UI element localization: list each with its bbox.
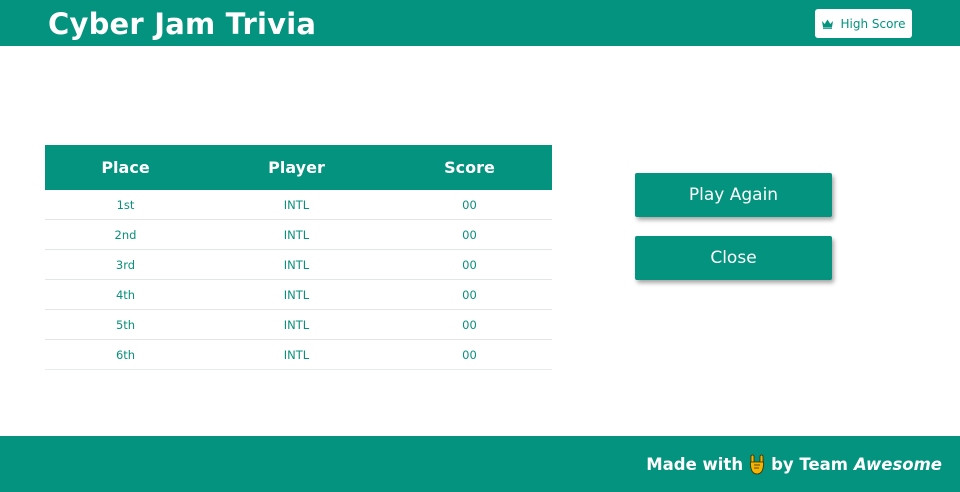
table-row: 3rd INTL 00 <box>45 250 552 280</box>
score-cell: 00 <box>462 227 477 242</box>
score-cell: 00 <box>462 257 477 272</box>
app-title: Cyber Jam Trivia <box>48 7 317 41</box>
table-row: 1st INTL 00 <box>45 190 552 220</box>
place-cell: 6th <box>115 347 136 362</box>
table-row: 4th INTL 00 <box>45 280 552 310</box>
column-header-score: Score <box>444 158 495 177</box>
column-header-player: Player <box>268 158 325 177</box>
play-again-button[interactable]: Play Again <box>635 173 832 217</box>
player-cell: INTL <box>283 287 310 302</box>
score-cell: 00 <box>462 317 477 332</box>
made-with-text: Made with <box>646 454 744 474</box>
place-cell: 1st <box>116 197 135 212</box>
rock-on-hand-icon <box>749 453 765 475</box>
score-cell: 00 <box>462 197 477 212</box>
player-cell: INTL <box>283 347 310 362</box>
column-header-place: Place <box>101 158 150 177</box>
player-cell: INTL <box>283 317 310 332</box>
high-score-label: High Score <box>840 16 906 31</box>
place-cell: 2nd <box>114 227 137 242</box>
footer: Made with by Team Awesome <box>0 436 960 492</box>
top-navbar: Cyber Jam Trivia High Score <box>0 0 960 46</box>
place-cell: 5th <box>115 317 136 332</box>
table-row: 6th INTL 00 <box>45 340 552 370</box>
score-cell: 00 <box>462 347 477 362</box>
table-row: 2nd INTL 00 <box>45 220 552 250</box>
close-button[interactable]: Close <box>635 236 832 280</box>
team-name: Awesome <box>853 454 942 474</box>
high-score-table: Place Player Score 1st INTL 00 2nd INTL … <box>45 145 552 370</box>
player-cell: INTL <box>283 257 310 272</box>
footer-credit: Made with by Team Awesome <box>646 436 942 492</box>
score-cell: 00 <box>462 287 477 302</box>
table-header: Place Player Score <box>45 145 552 190</box>
place-cell: 4th <box>115 287 136 302</box>
table-row: 5th INTL 00 <box>45 310 552 340</box>
high-score-button[interactable]: High Score <box>815 9 912 38</box>
player-cell: INTL <box>283 197 310 212</box>
player-cell: INTL <box>283 227 310 242</box>
crown-icon <box>821 18 834 29</box>
place-cell: 3rd <box>115 257 136 272</box>
by-team-text: by Team <box>771 454 848 474</box>
